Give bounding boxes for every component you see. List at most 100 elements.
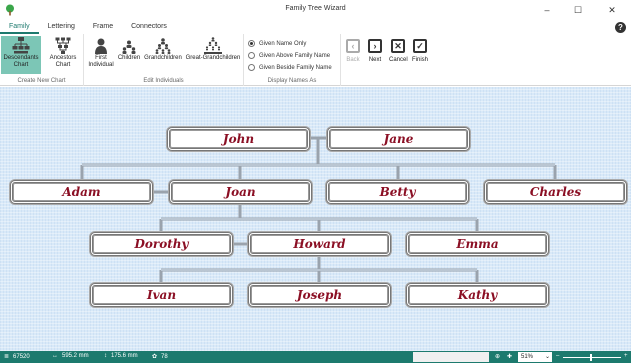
back-label: Back — [346, 57, 360, 63]
next-label: Next — [368, 57, 382, 63]
finish-button[interactable]: ✓ Finish — [411, 39, 429, 63]
ancestors-chart-label: Ancestors — [49, 55, 77, 61]
ancestors-chart-button[interactable]: Ancestors Chart — [44, 36, 82, 74]
height-arrow-icon: ↕ — [104, 353, 107, 359]
design-height: ↕ 175.6 mm — [104, 353, 138, 359]
first-individual-label: First — [95, 55, 107, 61]
zoom-in-button[interactable]: + — [624, 353, 628, 359]
help-icon[interactable]: ? — [615, 22, 626, 33]
stitch-icon: ≣ — [4, 354, 10, 360]
grandchildren-label: Grandchildren — [144, 55, 182, 61]
width-arrow-icon: ↔ — [52, 353, 58, 359]
children-button[interactable]: Children — [116, 36, 142, 62]
design-width: ↔ 595.2 mm — [52, 353, 89, 359]
person-name: Charles — [529, 185, 582, 199]
close-button[interactable]: ✕ — [600, 2, 624, 18]
tab-lettering[interactable]: Lettering — [39, 20, 84, 34]
person-icon — [95, 38, 107, 54]
person-node-joan[interactable]: Joan — [169, 180, 312, 204]
zoom-slider-thumb[interactable] — [590, 354, 592, 361]
radio-given-above-family[interactable]: Given Above Family Name — [248, 52, 330, 59]
stitch-count: ≣ 67520 — [4, 353, 30, 361]
person-node-jane[interactable]: Jane — [327, 127, 470, 151]
color-count-value: 78 — [161, 353, 168, 360]
person-name: Jane — [383, 132, 414, 146]
radio-button[interactable] — [248, 52, 255, 59]
ancestors-chart-icon — [55, 37, 71, 54]
title-bar: Family Tree Wizard – ☐ ✕ — [0, 0, 631, 20]
zoom-level-select[interactable]: 51% ⌄ — [518, 352, 552, 362]
tab-family[interactable]: Family — [0, 20, 39, 34]
person-node-howard[interactable]: Howard — [248, 232, 391, 256]
finish-label: Finish — [411, 57, 428, 63]
person-name: John — [222, 132, 255, 146]
status-message-area — [413, 352, 489, 362]
radio-given-name-only[interactable]: Given Name Only — [248, 40, 306, 47]
person-name: Joan — [225, 185, 256, 199]
design-height-value: 175.6 mm — [111, 353, 138, 359]
cancel-x-icon: ✕ — [391, 39, 405, 53]
great-grandchildren-button[interactable]: Great-Grandchildren — [184, 36, 242, 62]
fit-to-window-icon[interactable]: ✚ — [507, 353, 512, 360]
great-grandchildren-label: Great-Grandchildren — [185, 55, 241, 61]
next-button[interactable]: › Next — [366, 39, 384, 63]
finish-check-icon: ✓ — [413, 39, 427, 53]
create-chart-group: Descendants Chart Ancestors Chart Create… — [0, 34, 84, 86]
grandchildren-button[interactable]: Grandchildren — [142, 36, 184, 62]
radio-given-beside-family[interactable]: Given Beside Family Name — [248, 64, 332, 71]
maximize-button[interactable]: ☐ — [566, 2, 590, 18]
person-name: Adam — [62, 185, 101, 199]
zoom-out-button[interactable]: – — [556, 353, 559, 359]
edit-individuals-group: First Individual Children Grandchildren … — [84, 34, 244, 86]
zoom-slider-track[interactable] — [563, 357, 621, 358]
person-name: Betty — [379, 185, 416, 199]
edit-individuals-group-label: Edit Individuals — [143, 78, 184, 84]
person-name: Kathy — [457, 288, 498, 302]
first-individual-label-2: Individual — [88, 62, 114, 68]
descendants-chart-button[interactable]: Descendants Chart — [1, 36, 41, 74]
children-label: Children — [117, 55, 141, 61]
children-icon — [122, 40, 136, 54]
design-canvas[interactable]: John Jane Adam Joan Betty Charles Doroth… — [0, 87, 631, 351]
person-node-betty[interactable]: Betty — [326, 180, 469, 204]
color-count: ✿ 78 — [152, 353, 168, 361]
person-node-charles[interactable]: Charles — [484, 180, 627, 204]
back-button[interactable]: ‹ Back — [344, 39, 362, 63]
zoom-level-value: 51% — [521, 354, 534, 360]
ribbon-tabs: Family Lettering Frame Connectors — [0, 20, 176, 34]
palette-icon: ✿ — [152, 354, 158, 360]
person-name: Dorothy — [134, 237, 189, 251]
person-name: Joseph — [296, 288, 343, 302]
radio-given-beside-family-label: Given Beside Family Name — [259, 64, 332, 71]
tab-frame[interactable]: Frame — [84, 20, 122, 34]
radio-button[interactable] — [248, 64, 255, 71]
zoom-tool-icon[interactable]: ⊕ — [495, 353, 500, 360]
cancel-button[interactable]: ✕ Cancel — [389, 39, 408, 63]
tab-connectors[interactable]: Connectors — [122, 20, 176, 34]
next-arrow-icon: › — [368, 39, 382, 53]
radio-given-above-family-label: Given Above Family Name — [259, 52, 331, 59]
radio-button-selected[interactable] — [248, 40, 255, 47]
person-node-joseph[interactable]: Joseph — [248, 283, 391, 307]
minimize-button[interactable]: – — [535, 2, 559, 18]
descendants-chart-icon — [12, 37, 30, 54]
descendants-chart-label: Descendants — [3, 55, 39, 61]
chevron-down-icon: ⌄ — [544, 354, 550, 360]
stitch-count-value: 67520 — [13, 353, 30, 360]
display-names-group-label: Display Names As — [267, 78, 317, 84]
great-grandchildren-icon — [204, 37, 222, 54]
create-chart-group-label: Create New Chart — [17, 78, 66, 84]
person-node-emma[interactable]: Emma — [406, 232, 549, 256]
descendants-chart-label-2: Chart — [13, 62, 29, 68]
person-node-kathy[interactable]: Kathy — [406, 283, 549, 307]
person-node-adam[interactable]: Adam — [10, 180, 153, 204]
ribbon: Descendants Chart Ancestors Chart Create… — [0, 34, 631, 86]
person-node-john[interactable]: John — [167, 127, 310, 151]
ancestors-chart-label-2: Chart — [55, 62, 71, 68]
person-name: Howard — [293, 237, 346, 251]
first-individual-button[interactable]: First Individual — [86, 36, 116, 69]
connector-lines — [80, 136, 557, 284]
person-node-dorothy[interactable]: Dorothy — [90, 232, 233, 256]
grandchildren-icon — [155, 38, 171, 54]
person-node-ivan[interactable]: Ivan — [90, 283, 233, 307]
